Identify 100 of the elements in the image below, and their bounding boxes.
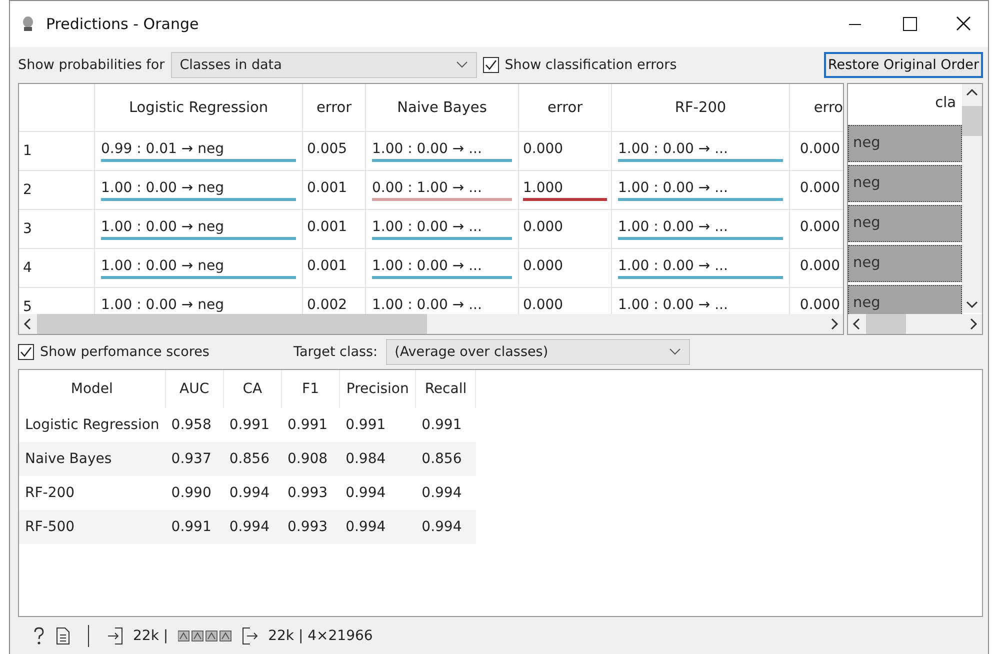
column-header[interactable]: error xyxy=(518,84,612,132)
scroll-thumb[interactable] xyxy=(962,106,982,136)
output-icon xyxy=(242,626,258,644)
target-class-label: Target class: xyxy=(293,344,378,360)
table-cell: Naive Bayes xyxy=(19,442,166,476)
column-header[interactable]: erro xyxy=(790,84,843,132)
table-cell: 0.958 xyxy=(165,408,224,442)
error-value: 0.000 xyxy=(523,218,564,237)
table-cell: 0.984 xyxy=(340,442,416,476)
input-summary: 22k | xyxy=(133,628,168,644)
table-cell: 0.908 xyxy=(281,442,340,476)
column-header[interactable]: Naive Bayes xyxy=(366,84,518,132)
table-cell: RF-200 xyxy=(19,476,166,510)
table-cell: 0.991 xyxy=(223,408,282,442)
table-cell: 0.991 xyxy=(416,408,476,442)
error-value: 0.002 xyxy=(307,296,348,314)
probabilities-dropdown[interactable]: Classes in data xyxy=(170,52,477,78)
table-cell: 0.993 xyxy=(281,510,340,544)
target-class-dropdown[interactable]: (Average over classes) xyxy=(386,339,690,365)
column-header[interactable]: Precision xyxy=(340,370,416,408)
table-cell: 0.856 xyxy=(223,442,282,476)
table-cell: 0.937 xyxy=(165,442,224,476)
report-icon[interactable] xyxy=(56,626,70,644)
show-errors-checkbox[interactable]: Show classification errors xyxy=(482,57,677,73)
prediction-value: 1.00 : 0.00 → neg xyxy=(101,257,296,279)
checkmark-icon xyxy=(484,58,498,72)
error-value: 0.000 xyxy=(523,296,564,314)
column-header[interactable]: error xyxy=(302,84,366,132)
class-cell: neg xyxy=(848,245,962,282)
prediction-value: 1.00 : 0.00 → ... xyxy=(372,257,512,279)
error-value: 0.000 xyxy=(798,140,840,159)
error-value: 0.001 xyxy=(307,218,348,237)
table-cell: 0.994 xyxy=(340,510,416,544)
table-cell: 0.994 xyxy=(340,476,416,510)
table-cell: 0.991 xyxy=(340,408,416,442)
prediction-value: 1.00 : 0.00 → ... xyxy=(372,296,483,314)
caret-icon xyxy=(456,61,468,69)
restore-order-button[interactable]: Restore Original Order xyxy=(824,52,983,78)
prediction-value: 1.00 : 0.00 → ... xyxy=(372,218,512,240)
column-header[interactable]: cla xyxy=(848,84,962,122)
error-value: 0.000 xyxy=(798,257,840,276)
horizontal-scrollbar[interactable] xyxy=(848,314,982,334)
error-value: 0.001 xyxy=(307,257,348,276)
error-value: 0.000 xyxy=(523,257,564,276)
prediction-value: 1.00 : 0.00 → ... xyxy=(618,257,783,279)
prediction-value: 0.00 : 1.00 → ... xyxy=(372,179,512,201)
error-value: 0.000 xyxy=(798,218,840,237)
error-value: 1.000 xyxy=(523,179,607,201)
column-header[interactable]: F1 xyxy=(281,370,340,408)
show-scores-checkbox[interactable]: Show perfomance scores xyxy=(18,344,210,360)
table-cell: 0.994 xyxy=(416,510,476,544)
error-value: 0.001 xyxy=(307,179,348,198)
input-icon xyxy=(107,626,123,644)
table-cell: 0.991 xyxy=(165,510,224,544)
table-cell: 0.994 xyxy=(223,476,282,510)
prediction-value: 1.00 : 0.00 → neg xyxy=(101,179,296,201)
prediction-value: 1.00 : 0.00 → ... xyxy=(618,218,783,240)
checkmark-icon xyxy=(19,345,33,359)
column-header[interactable]: RF-200 xyxy=(612,84,790,132)
column-header[interactable]: AUC xyxy=(165,370,224,408)
window-title: Predictions - Orange xyxy=(46,15,199,33)
table-cell: 0.994 xyxy=(223,510,282,544)
table-cell: 0.994 xyxy=(416,476,476,510)
probabilities-label: Show probabilities for xyxy=(18,57,165,73)
prediction-value: 1.00 : 0.00 → neg xyxy=(101,296,225,314)
prediction-value: 1.00 : 0.00 → ... xyxy=(372,140,512,162)
output-summary: 22k | 4×21966 xyxy=(268,628,373,644)
prediction-value: 0.99 : 0.01 → neg xyxy=(101,140,296,162)
prediction-value: 1.00 : 0.00 → ... xyxy=(618,140,783,162)
table-cell: 0.991 xyxy=(281,408,340,442)
column-header[interactable]: CA xyxy=(223,370,282,408)
class-cell: neg xyxy=(848,285,962,314)
help-icon[interactable] xyxy=(32,626,46,646)
horizontal-scrollbar[interactable] xyxy=(19,314,843,334)
row-number: 4 xyxy=(19,248,94,288)
scroll-thumb[interactable] xyxy=(37,314,427,334)
error-value: 0.000 xyxy=(798,179,840,198)
class-cell: neg xyxy=(848,125,962,162)
prediction-value: 1.00 : 0.00 → ... xyxy=(618,179,783,201)
table-cell: 0.990 xyxy=(165,476,224,510)
row-number: 3 xyxy=(19,210,94,248)
data-types-icon xyxy=(178,630,232,642)
column-header[interactable]: Logistic Regression xyxy=(94,84,302,132)
column-header[interactable]: Recall xyxy=(416,370,476,408)
row-number: 1 xyxy=(19,132,94,170)
table-cell: RF-500 xyxy=(19,510,166,544)
prediction-value: 1.00 : 0.00 → neg xyxy=(101,218,296,240)
class-cell: neg xyxy=(848,165,962,202)
vertical-scrollbar[interactable] xyxy=(962,84,982,313)
class-cell: neg xyxy=(848,205,962,242)
table-cell: 0.856 xyxy=(416,442,476,476)
error-value: 0.005 xyxy=(307,140,348,159)
prediction-value: 1.00 : 0.00 → ... xyxy=(618,296,729,314)
error-value: 0.000 xyxy=(798,296,840,314)
table-cell: 0.993 xyxy=(281,476,340,510)
app-icon xyxy=(22,16,34,32)
table-cell: Logistic Regression xyxy=(19,408,166,442)
caret-icon xyxy=(668,348,681,356)
scroll-thumb[interactable] xyxy=(866,314,906,334)
column-header[interactable]: Model xyxy=(19,370,166,408)
